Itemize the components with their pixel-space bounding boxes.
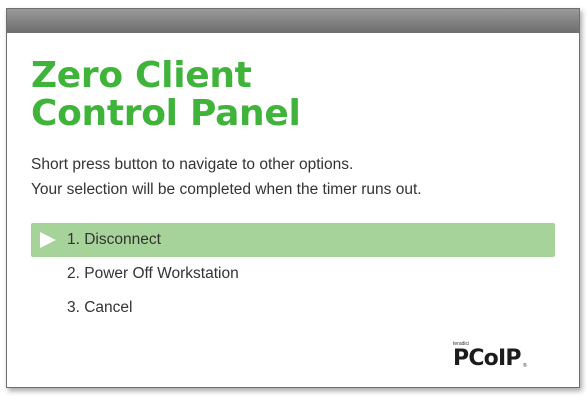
options-menu: 1. Disconnect 2. Power Off Workstation 3…: [31, 223, 555, 325]
instruction-line-1: Short press button to navigate to other …: [31, 156, 354, 173]
control-panel-window: Zero Client Control Panel Short press bu…: [6, 8, 580, 388]
menu-item-label: 2. Power Off Workstation: [67, 265, 239, 282]
instructions: Short press button to navigate to other …: [31, 152, 561, 202]
page-title: Zero Client Control Panel: [31, 57, 451, 133]
menu-item-label: 1. Disconnect: [67, 231, 161, 248]
play-arrow-icon: [40, 232, 56, 248]
menu-item-cancel[interactable]: 3. Cancel: [31, 291, 555, 325]
pcoip-logo: teradici PCoIP ®: [453, 341, 535, 375]
menu-item-label: 3. Cancel: [67, 299, 133, 316]
window-title-strip: [7, 9, 579, 33]
registered-mark: ®: [523, 363, 527, 369]
title-line-2: Control Panel: [31, 93, 301, 134]
title-line-1: Zero Client: [31, 55, 252, 96]
menu-item-disconnect[interactable]: 1. Disconnect: [31, 223, 555, 257]
menu-item-power-off-workstation[interactable]: 2. Power Off Workstation: [31, 257, 555, 291]
instruction-line-2: Your selection will be completed when th…: [31, 181, 422, 198]
logo-text: PCoIP: [453, 346, 521, 371]
